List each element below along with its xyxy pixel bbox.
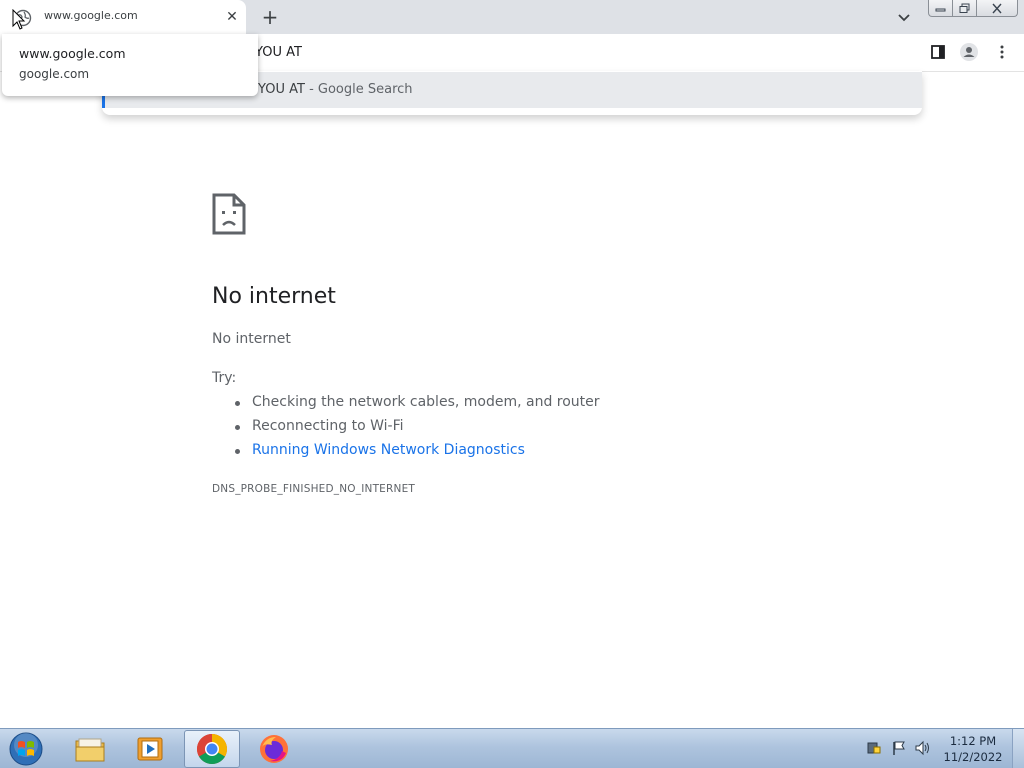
profile-avatar-icon[interactable] [960,43,978,61]
media-player-icon [137,737,163,761]
close-window-button[interactable] [976,0,1018,17]
error-code: DNS_PROBE_FINISHED_NO_INTERNET [212,483,416,495]
tab-search-chevron-icon[interactable] [895,8,913,26]
suggestion-query: YOU AT [258,82,305,97]
minimize-icon [935,8,945,12]
taskbar-firefox[interactable] [246,730,302,768]
suggestion-text: YOU AT - Google Search [258,82,413,97]
taskbar-explorer[interactable] [62,730,118,768]
restore-icon [959,3,969,13]
mouse-cursor-icon [12,9,26,30]
show-desktop-button[interactable] [1012,729,1024,768]
taskbar-chrome[interactable] [184,730,240,768]
kebab-menu-icon[interactable] [993,43,1011,61]
suggestions-list: Checking the network cables, modem, and … [232,394,600,466]
explorer-icon [75,738,105,762]
close-icon [992,3,1002,13]
flag-icon[interactable] [891,740,907,756]
network-diagnostics-link[interactable]: Running Windows Network Diagnostics [232,442,600,466]
restore-button[interactable] [952,0,977,17]
action-center-icon[interactable] [866,740,882,756]
new-tab-button[interactable]: + [259,6,281,28]
clock-time: 1:12 PM [949,734,997,748]
error-subheading: No internet [212,331,291,347]
tab-title: www.google.com [44,9,138,22]
hover-card-title: www.google.com [19,46,126,61]
volume-icon[interactable] [914,740,930,756]
firefox-icon [260,735,288,763]
suggestion-suffix: - Google Search [304,82,413,97]
omnibox-input[interactable]: YOU AT [255,45,302,60]
chrome-icon [196,734,228,765]
taskbar-clock[interactable]: 1:12 PM 11/2/2022 [940,733,1006,765]
sad-document-icon [212,193,246,235]
start-button-icon[interactable] [6,731,46,767]
error-heading: No internet [212,284,336,309]
list-item: Checking the network cables, modem, and … [232,394,600,418]
try-label: Try: [212,370,237,386]
hover-card-domain: google.com [19,67,90,81]
tab-close-button[interactable]: ✕ [223,8,241,26]
browser-tab[interactable]: www.google.com ✕ [0,0,246,34]
list-item: Reconnecting to Wi-Fi [232,418,600,442]
tab-hover-card: www.google.com google.com [2,34,258,96]
taskbar-media-player[interactable] [122,730,178,768]
clock-date: 11/2/2022 [943,750,1003,764]
side-panel-icon[interactable] [929,43,947,61]
minimize-button[interactable] [928,0,953,17]
